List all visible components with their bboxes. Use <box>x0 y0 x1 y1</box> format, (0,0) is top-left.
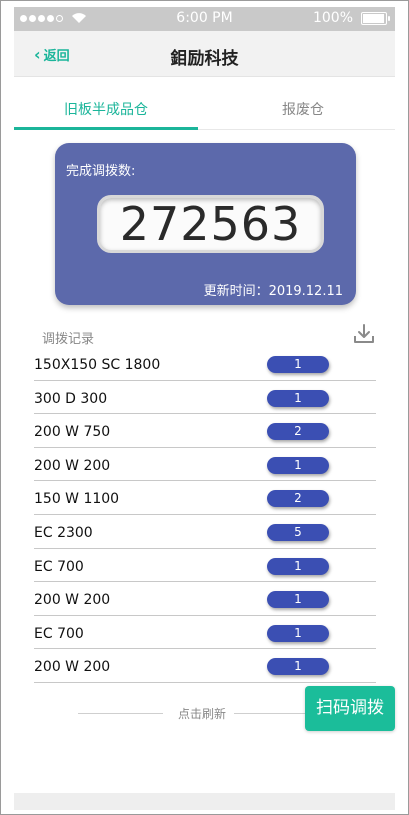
qty-badge: 2 <box>267 423 329 441</box>
list-item[interactable]: 200 W 200 1 <box>34 649 376 683</box>
refresh-link[interactable]: 点击刷新 <box>78 704 309 722</box>
records-section-title: 调拨记录 <box>42 332 95 347</box>
list-item[interactable]: EC 700 1 <box>34 549 376 583</box>
nav-bar: ‹ 返回 鉬励科技 <box>14 31 395 77</box>
list-item[interactable]: 150 W 1100 2 <box>34 481 376 515</box>
record-name: EC 700 <box>34 558 84 575</box>
record-name: 200 W 200 <box>34 659 111 676</box>
list-item[interactable]: 200 W 200 1 <box>34 582 376 616</box>
qty-badge: 1 <box>267 356 329 373</box>
download-icon[interactable] <box>352 322 376 346</box>
summary-card: 完成调拨数: 272563 更新时间：2019.12.11 <box>55 143 356 305</box>
record-name: 200 W 750 <box>34 424 111 441</box>
list-item[interactable]: EC 700 1 <box>34 616 376 650</box>
record-name: 300 D 300 <box>34 390 108 407</box>
qty-badge: 1 <box>267 389 329 407</box>
battery-percent: 100% <box>312 10 353 26</box>
record-name: 150X150 SC 1800 <box>34 357 161 373</box>
tab-semi-finished[interactable]: 旧板半成品仓 <box>14 92 198 130</box>
scan-transfer-button[interactable]: 扫码调拨 <box>305 686 395 731</box>
warehouse-tabs: 旧板半成品仓 报废仓 <box>14 92 395 130</box>
divider <box>78 713 163 714</box>
qty-badge: 2 <box>267 490 329 508</box>
qty-badge: 1 <box>267 591 329 609</box>
qty-badge: 1 <box>267 658 329 676</box>
transfer-record-list: 150X150 SC 1800 1 300 D 300 1 200 W 750 … <box>34 347 376 683</box>
record-name: EC 2300 <box>34 524 93 541</box>
summary-label: 完成调拨数: <box>66 164 136 179</box>
record-name: EC 700 <box>34 625 84 642</box>
qty-badge: 1 <box>267 456 329 474</box>
battery-icon <box>361 12 390 25</box>
updated-time: 更新时间：2019.12.11 <box>203 284 343 299</box>
list-item[interactable]: 300 D 300 1 <box>34 381 376 415</box>
status-bar: 6:00 PM 100% <box>14 7 395 31</box>
qty-badge: 1 <box>267 557 329 575</box>
record-name: 150 W 1100 <box>34 491 120 508</box>
list-item[interactable]: 200 W 200 1 <box>34 448 376 482</box>
list-item[interactable]: 200 W 750 2 <box>34 414 376 448</box>
tab-scrap[interactable]: 报废仓 <box>211 92 395 130</box>
divider <box>234 713 309 714</box>
bottom-bar <box>14 793 395 810</box>
list-item[interactable]: EC 2300 5 <box>34 515 376 549</box>
record-name: 200 W 200 <box>34 457 111 474</box>
qty-badge: 1 <box>267 624 329 642</box>
transfer-count: 272563 <box>97 195 324 253</box>
refresh-label: 点击刷新 <box>178 707 227 721</box>
qty-badge: 5 <box>267 523 329 541</box>
list-item[interactable]: 150X150 SC 1800 1 <box>34 347 376 381</box>
page-title: 鉬励科技 <box>170 49 239 69</box>
record-name: 200 W 200 <box>34 592 111 609</box>
